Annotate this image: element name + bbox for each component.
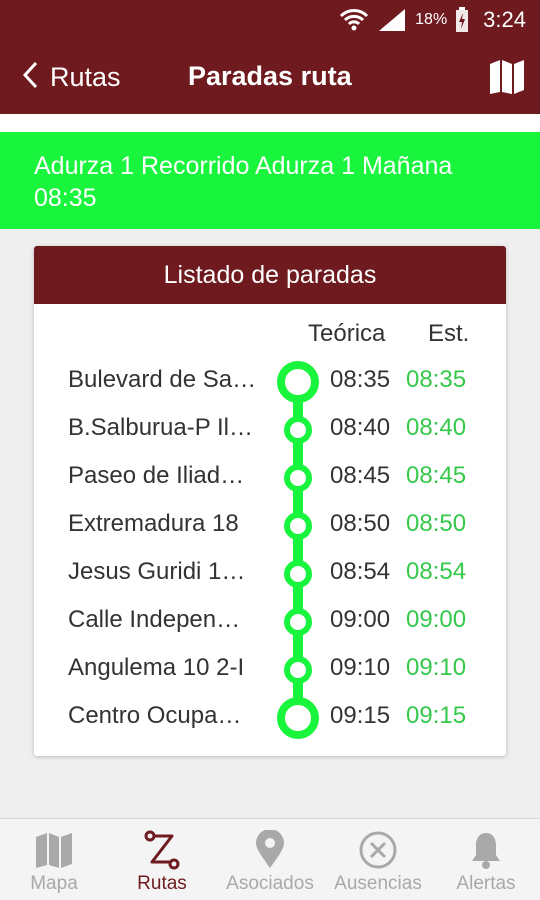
stop-row[interactable]: B.Salburua-P Il… 08:40 08:40: [34, 404, 506, 452]
stop-marker-icon: [284, 608, 312, 636]
route-name: Adurza 1 Recorrido Adurza 1 Mañana: [34, 152, 453, 180]
estimated-time: 08:45: [406, 462, 467, 489]
status-bar: 18% 3:24: [0, 0, 540, 40]
nav-item-ausencias[interactable]: Ausencias: [324, 819, 432, 900]
stop-name: Angulema 10 2-I: [68, 654, 245, 681]
stop-marker-icon: [284, 560, 312, 588]
cancel-circle-icon: [358, 828, 398, 872]
theoretical-time: 09:00: [330, 606, 391, 633]
location-pin-icon: [254, 828, 286, 872]
estimated-time: 08:50: [406, 510, 467, 537]
stop-name: Paseo de Iliad…: [68, 462, 245, 489]
card-title: Listado de paradas: [34, 246, 506, 304]
stops-card: Listado de paradas Teórica Est. Bulevard…: [34, 246, 506, 756]
nav-item-rutas[interactable]: Rutas: [108, 819, 216, 900]
stop-marker-icon: [277, 361, 319, 403]
nav-item-alertas[interactable]: Alertas: [432, 819, 540, 900]
route-start-time: 08:35: [34, 184, 97, 212]
theoretical-time: 08:50: [330, 510, 391, 537]
chevron-left-icon: [22, 61, 38, 94]
stop-name: Calle Indepen…: [68, 606, 241, 633]
stop-name: Centro Ocupa…: [68, 702, 242, 729]
nav-label: Ausencias: [334, 873, 422, 894]
route-icon: [142, 828, 182, 872]
map-icon: [34, 828, 74, 872]
bottom-navigation: Mapa Rutas Asociados Ausencias Alertas: [0, 818, 540, 900]
theoretical-time: 08:40: [330, 414, 391, 441]
stop-row[interactable]: Bulevard de Sa… 08:35 08:35: [34, 356, 506, 404]
estimated-time: 08:40: [406, 414, 467, 441]
battery-level: 18%: [415, 11, 448, 28]
wifi-icon: [339, 7, 369, 33]
stop-name: B.Salburua-P Il…: [68, 414, 253, 441]
page-title: Paradas ruta: [188, 61, 352, 91]
map-view-button[interactable]: [488, 58, 526, 96]
column-header-theoretical: Teórica: [308, 320, 386, 347]
map-icon: [488, 60, 526, 100]
stop-row[interactable]: Calle Indepen… 09:00 09:00: [34, 596, 506, 644]
back-button[interactable]: Rutas: [22, 60, 121, 94]
stop-row[interactable]: Jesus Guridi 1… 08:54 08:54: [34, 548, 506, 596]
estimated-time: 09:00: [406, 606, 467, 633]
stop-marker-icon: [284, 464, 312, 492]
back-label: Rutas: [50, 61, 121, 92]
route-banner: Adurza 1 Recorrido Adurza 1 Mañana 08:35: [0, 132, 540, 229]
header-divider: [0, 114, 540, 132]
nav-label: Mapa: [30, 873, 78, 894]
clock: 3:24: [483, 7, 526, 32]
column-header-estimated: Est.: [428, 320, 470, 347]
stop-name: Jesus Guridi 1…: [68, 558, 246, 585]
nav-label: Alertas: [456, 873, 516, 894]
estimated-time: 08:54: [406, 558, 467, 585]
nav-item-mapa[interactable]: Mapa: [0, 819, 108, 900]
theoretical-time: 08:45: [330, 462, 391, 489]
nav-item-asociados[interactable]: Asociados: [216, 819, 324, 900]
stop-name: Extremadura 18: [68, 510, 239, 537]
theoretical-time: 09:10: [330, 654, 391, 681]
nav-label: Asociados: [226, 873, 314, 894]
stop-marker-icon: [277, 697, 319, 739]
stop-marker-icon: [284, 656, 312, 684]
signal-icon: [377, 7, 407, 33]
battery-icon: [455, 7, 469, 33]
stop-row[interactable]: Paseo de Iliad… 08:45 08:45: [34, 452, 506, 500]
estimated-time: 09:10: [406, 654, 467, 681]
theoretical-time: 08:35: [330, 366, 391, 393]
stop-marker-icon: [284, 416, 312, 444]
stop-row[interactable]: Centro Ocupa… 09:15 09:15: [34, 692, 506, 740]
estimated-time: 09:15: [406, 702, 467, 729]
theoretical-time: 09:15: [330, 702, 391, 729]
bell-icon: [469, 828, 503, 872]
stop-marker-icon: [284, 512, 312, 540]
theoretical-time: 08:54: [330, 558, 391, 585]
stop-name: Bulevard de Sa…: [68, 366, 257, 393]
nav-label: Rutas: [137, 873, 187, 894]
stop-row[interactable]: Angulema 10 2-I 09:10 09:10: [34, 644, 506, 692]
app-bar: Rutas Paradas ruta: [0, 40, 540, 114]
estimated-time: 08:35: [406, 366, 467, 393]
stop-row[interactable]: Extremadura 18 08:50 08:50: [34, 500, 506, 548]
